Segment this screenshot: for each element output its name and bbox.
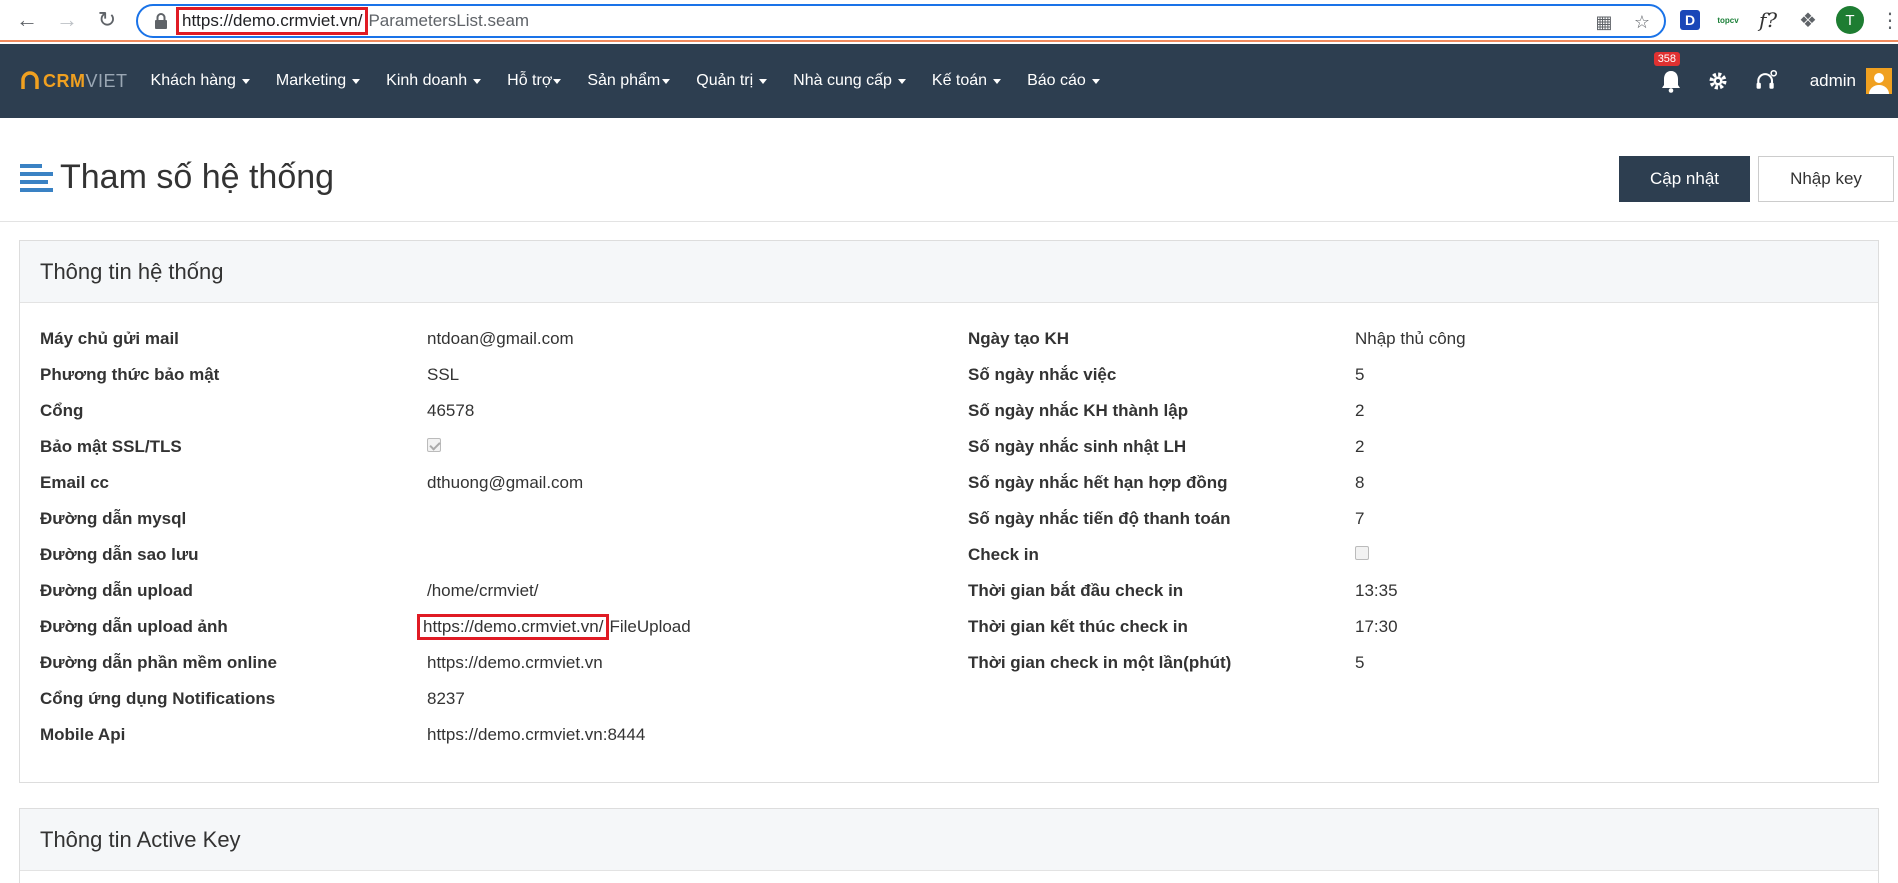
back-icon[interactable]: ← — [10, 3, 44, 37]
logo-crm-text: CRM — [43, 70, 86, 91]
page-header: Tham số hệ thống Cập nhật Nhập key — [0, 118, 1898, 222]
active-key-heading: Thông tin Active Key — [20, 809, 1878, 871]
forward-icon[interactable]: → — [50, 3, 84, 37]
url-host-highlight: https://demo.crmviet.vn/ — [176, 7, 369, 35]
system-info-panel: Thông tin hệ thống Máy chủ gửi mail ntdoa… — [19, 240, 1879, 783]
caret-down-icon — [662, 78, 671, 84]
menu-bao-cao[interactable]: Báo cáo — [1014, 72, 1113, 90]
menu-khach-hang[interactable]: Khách hàng — [138, 72, 263, 90]
user-name[interactable]: admin — [1810, 71, 1856, 91]
main-menu: Khách hàng Marketing Kinh doanh Hỗ trợ S… — [138, 72, 1113, 90]
extension-f-icon[interactable]: f? — [1756, 8, 1780, 32]
enter-key-button[interactable]: Nhập key — [1758, 156, 1894, 202]
support-headset-icon[interactable] — [1754, 69, 1778, 93]
ssl-tls-checkbox[interactable] — [427, 438, 441, 452]
active-key-panel: Thông tin Active Key — [19, 808, 1879, 883]
menu-ke-toan[interactable]: Kế toán — [919, 72, 1014, 90]
logo-viet-text: VIET — [85, 70, 128, 91]
extension-d-icon[interactable]: D — [1680, 10, 1700, 30]
caret-down-icon — [993, 78, 1002, 84]
list-icon — [20, 164, 53, 192]
extensions-puzzle-icon[interactable]: ❖ — [1796, 8, 1820, 32]
notifications-button[interactable]: 358 — [1653, 52, 1686, 96]
caret-down-icon — [897, 78, 906, 84]
address-bar[interactable]: https://demo.crmviet.vn/ ParametersList.… — [136, 4, 1666, 38]
page-title: Tham số hệ thống — [60, 158, 335, 196]
menu-quan-tri[interactable]: Quản trị — [683, 72, 780, 90]
notification-count-badge: 358 — [1653, 52, 1681, 66]
caret-down-icon — [473, 78, 482, 84]
update-button[interactable]: Cập nhật — [1619, 156, 1750, 202]
browser-toolbar: ← → ↻ https://demo.crmviet.vn/ Parameter… — [0, 0, 1898, 42]
settings-gear-icon[interactable] — [1706, 69, 1730, 93]
caret-down-icon — [1091, 78, 1100, 84]
caret-down-icon — [553, 78, 562, 84]
menu-ho-tro[interactable]: Hỗ trợ — [494, 72, 574, 90]
app-navbar: CRMVIET Khách hàng Marketing Kinh doanh … — [0, 44, 1898, 118]
menu-nha-cung-cap[interactable]: Nhà cung cấp — [780, 72, 919, 90]
menu-kinh-doanh[interactable]: Kinh doanh — [373, 72, 494, 90]
system-info-heading: Thông tin hệ thống — [20, 241, 1878, 303]
menu-san-pham[interactable]: Sản phẩm — [574, 72, 683, 90]
url-host: https://demo.crmviet.vn/ — [182, 11, 363, 30]
user-avatar[interactable] — [1866, 68, 1892, 94]
qr-code-icon[interactable]: ▦ — [1594, 12, 1614, 32]
menu-marketing[interactable]: Marketing — [263, 72, 373, 90]
profile-avatar[interactable]: T — [1836, 6, 1864, 34]
browser-menu-icon[interactable]: ⋮ — [1880, 8, 1898, 33]
caret-down-icon — [759, 78, 768, 84]
url-path: ParametersList.seam — [368, 11, 530, 30]
lock-icon — [155, 13, 167, 29]
logo-mark-icon — [21, 71, 39, 89]
caret-down-icon — [241, 78, 250, 84]
check-in-checkbox[interactable] — [1355, 546, 1369, 560]
reload-icon[interactable]: ↻ — [90, 3, 124, 37]
crmviet-logo[interactable]: CRMVIET — [20, 71, 128, 92]
extension-topcv-icon[interactable]: topcv — [1716, 8, 1740, 32]
caret-down-icon — [352, 78, 361, 84]
upload-host-highlight: https://demo.crmviet.vn/ — [417, 614, 610, 640]
bell-icon — [1661, 71, 1680, 93]
bookmark-star-icon[interactable]: ☆ — [1632, 12, 1652, 32]
